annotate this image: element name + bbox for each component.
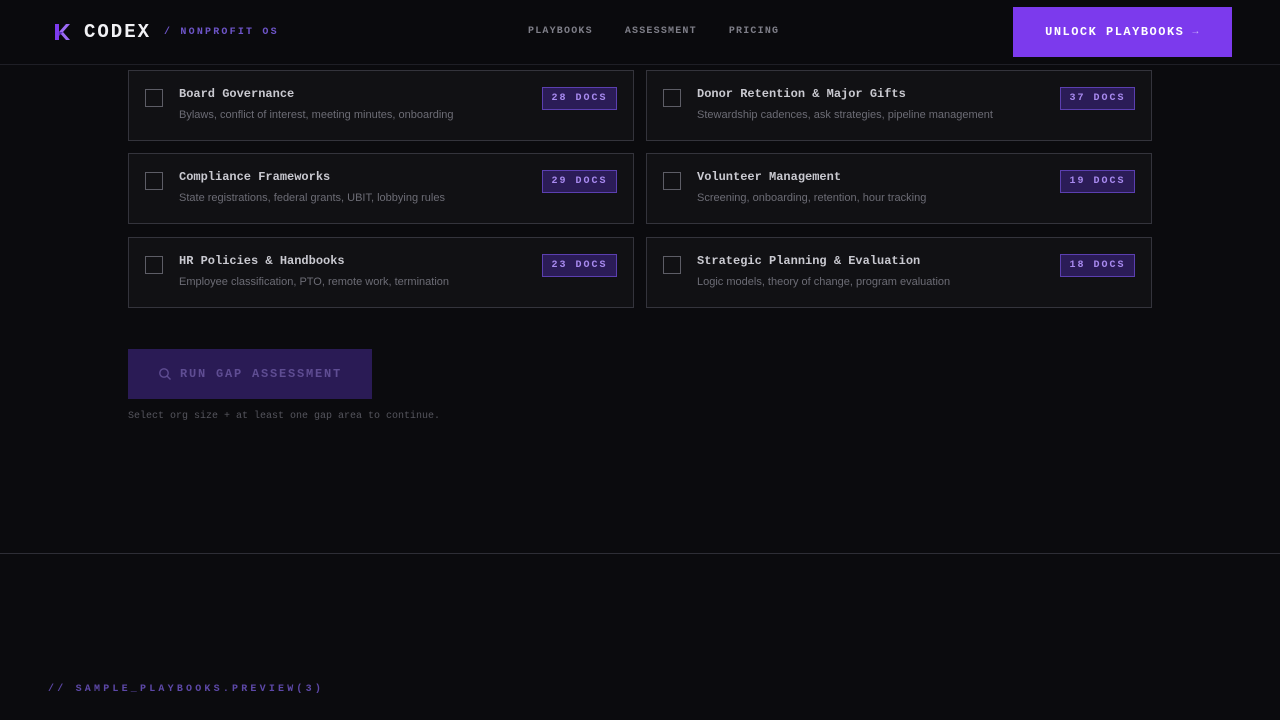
main-nav: PLAYBOOKS ASSESSMENT PRICING bbox=[528, 26, 811, 37]
brand[interactable]: CODEX / NONPROFIT OS bbox=[54, 19, 279, 45]
gap-card-compliance[interactable]: Compliance Frameworks State registration… bbox=[128, 153, 634, 224]
gap-description: State registrations, federal grants, UBI… bbox=[179, 192, 445, 204]
doc-count-badge: 37 DOCS bbox=[1060, 87, 1135, 110]
run-gap-assessment-button[interactable]: RUN GAP ASSESSMENT bbox=[128, 349, 372, 399]
gap-card-volunteer-management[interactable]: Volunteer Management Screening, onboardi… bbox=[646, 153, 1152, 224]
gap-checkbox[interactable] bbox=[145, 89, 163, 107]
gap-description: Logic models, theory of change, program … bbox=[697, 276, 951, 288]
gap-title: Strategic Planning & Evaluation bbox=[697, 254, 921, 268]
gap-description: Employee classification, PTO, remote wor… bbox=[179, 276, 450, 288]
helper-text: Select org size + at least one gap area … bbox=[128, 411, 441, 422]
gap-title: Volunteer Management bbox=[697, 170, 842, 184]
nav-pricing[interactable]: PRICING bbox=[729, 26, 779, 37]
gap-checkbox[interactable] bbox=[145, 172, 163, 190]
gap-checkbox[interactable] bbox=[663, 256, 681, 274]
gap-title: Board Governance bbox=[179, 87, 295, 101]
arrow-right-icon: → bbox=[1192, 26, 1200, 38]
doc-count-badge: 29 DOCS bbox=[542, 170, 617, 193]
top-nav-bar: CODEX / NONPROFIT OS PLAYBOOKS ASSESSMEN… bbox=[0, 0, 1280, 65]
brand-tagline: / NONPROFIT OS bbox=[164, 26, 279, 38]
nav-assessment[interactable]: ASSESSMENT bbox=[625, 26, 697, 37]
gap-title: Compliance Frameworks bbox=[179, 170, 331, 184]
gap-description: Screening, onboarding, retention, hour t… bbox=[697, 192, 927, 204]
search-icon bbox=[159, 368, 171, 380]
gap-checkbox[interactable] bbox=[145, 256, 163, 274]
brand-name: CODEX bbox=[84, 21, 152, 43]
gap-checkbox[interactable] bbox=[663, 172, 681, 190]
nav-playbooks[interactable]: PLAYBOOKS bbox=[528, 26, 593, 37]
doc-count-badge: 18 DOCS bbox=[1060, 254, 1135, 277]
sample-playbooks-label: // SAMPLE_PLAYBOOKS.PREVIEW(3) bbox=[48, 684, 325, 695]
gap-description: Bylaws, conflict of interest, meeting mi… bbox=[179, 109, 454, 121]
unlock-playbooks-button[interactable]: UNLOCK PLAYBOOKS → bbox=[1013, 7, 1232, 57]
codex-logo-icon bbox=[55, 24, 70, 40]
gap-card-board-governance[interactable]: Board Governance Bylaws, conflict of int… bbox=[128, 70, 634, 141]
gap-card-donor-retention[interactable]: Donor Retention & Major Gifts Stewardshi… bbox=[646, 70, 1152, 141]
section-divider bbox=[0, 553, 1280, 554]
gap-title: Donor Retention & Major Gifts bbox=[697, 87, 906, 101]
gap-description: Stewardship cadences, ask strategies, pi… bbox=[697, 109, 993, 121]
cta-label: UNLOCK PLAYBOOKS bbox=[1045, 25, 1185, 39]
doc-count-badge: 19 DOCS bbox=[1060, 170, 1135, 193]
gap-title: HR Policies & Handbooks bbox=[179, 254, 345, 268]
gap-checkbox[interactable] bbox=[663, 89, 681, 107]
doc-count-badge: 28 DOCS bbox=[542, 87, 617, 110]
doc-count-badge: 23 DOCS bbox=[542, 254, 617, 277]
run-button-label: RUN GAP ASSESSMENT bbox=[179, 367, 343, 381]
gap-card-strategic-planning[interactable]: Strategic Planning & Evaluation Logic mo… bbox=[646, 237, 1152, 308]
gap-card-hr-policies[interactable]: HR Policies & Handbooks Employee classif… bbox=[128, 237, 634, 308]
